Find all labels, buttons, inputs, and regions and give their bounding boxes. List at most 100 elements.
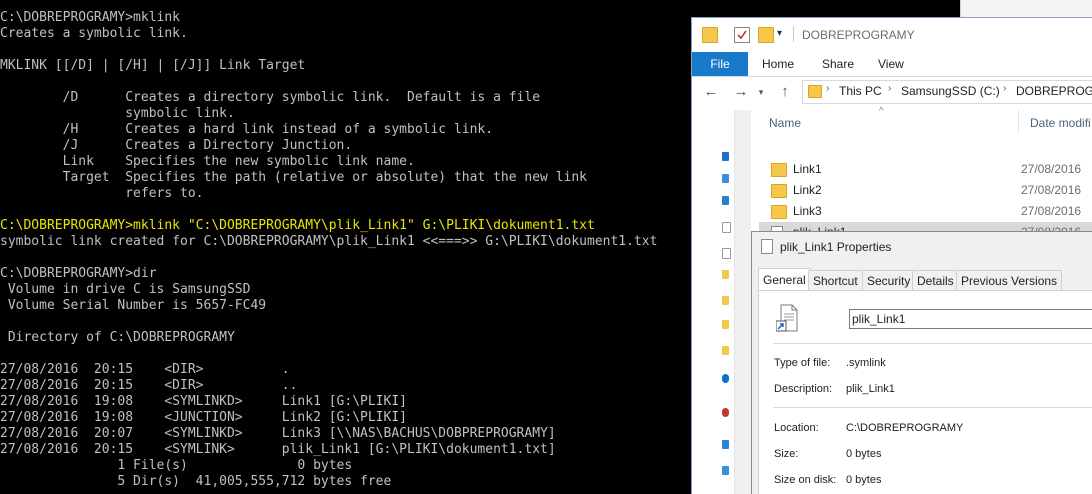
console-line: 27/08/2016 19:08 <SYMLINKD> Link1 [G:\PL… bbox=[0, 394, 407, 409]
list-item[interactable]: Link1 27/08/2016 bbox=[763, 159, 1092, 180]
divider bbox=[773, 343, 1092, 344]
size-value: 0 bytes bbox=[846, 448, 882, 460]
list-item[interactable]: Link3 27/08/2016 bbox=[763, 201, 1092, 222]
address-box[interactable]: › This PC › SamsungSSD (C:) › DOBREPROGR… bbox=[802, 80, 1092, 104]
size-on-disk-value: 0 bytes bbox=[846, 474, 882, 486]
general-tab-panel: Type of file: .symlink Description: plik… bbox=[758, 290, 1092, 494]
dropbox-icon[interactable] bbox=[722, 374, 729, 383]
ribbon: File Home Share View bbox=[692, 52, 1092, 77]
tab-previous-versions[interactable]: Previous Versions bbox=[956, 270, 1063, 291]
file-date: 27/08/2016 bbox=[1021, 162, 1082, 176]
new-folder-icon[interactable] bbox=[758, 27, 774, 43]
breadcrumb-folder[interactable]: DOBREPROGRAMY bbox=[1016, 84, 1092, 98]
list-item[interactable]: Link2 27/08/2016 bbox=[763, 180, 1092, 201]
console-line: C:\DOBREPROGRAMY>mklink bbox=[0, 10, 181, 25]
tab-general[interactable]: General bbox=[758, 268, 811, 291]
description-label: Description: bbox=[774, 383, 833, 395]
folder-icon[interactable] bbox=[722, 346, 729, 355]
console-line: Volume Serial Number is 5657-FC49 bbox=[0, 298, 267, 313]
folder-shortcut-icon bbox=[771, 163, 787, 177]
tab-share[interactable]: Share bbox=[822, 52, 854, 76]
up-arrow-icon[interactable]: ↑ bbox=[776, 83, 794, 101]
navigation-pane[interactable] bbox=[692, 110, 734, 494]
folder-icon[interactable] bbox=[722, 270, 729, 279]
console-line: /J Creates a Directory Junction. bbox=[0, 138, 353, 153]
console-line: 27/08/2016 20:15 <DIR> .. bbox=[0, 378, 298, 393]
desktop-icon[interactable] bbox=[722, 466, 729, 475]
console-line: Volume in drive C is SamsungSSD bbox=[0, 282, 251, 297]
properties-dialog[interactable]: plik_Link1 Properties General Shortcut S… bbox=[751, 231, 1092, 494]
cloud-icon[interactable] bbox=[722, 408, 729, 417]
column-separator[interactable] bbox=[1018, 110, 1019, 134]
type-value: .symlink bbox=[846, 357, 886, 369]
chevron-right-icon[interactable]: › bbox=[1003, 83, 1006, 94]
column-header-date[interactable]: Date modifi bbox=[1030, 116, 1091, 130]
console-line: 27/08/2016 20:15 <SYMLINK> plik_Link1 [G… bbox=[0, 442, 556, 457]
type-label: Type of file: bbox=[774, 357, 831, 369]
file-date: 27/08/2016 bbox=[1021, 204, 1082, 218]
console-line: C:\DOBREPROGRAMY>dir bbox=[0, 266, 157, 281]
console-line: refers to. bbox=[0, 186, 204, 201]
tab-shortcut[interactable]: Shortcut bbox=[808, 270, 863, 291]
pictures-icon[interactable] bbox=[722, 248, 731, 259]
console-output: C:\DOBREPROGRAMY>mklink Creates a symboli… bbox=[0, 10, 657, 490]
column-header-name[interactable]: Name bbox=[769, 116, 801, 130]
console-line: MKLINK [[/D] | [/H] | [/J]] Link Target bbox=[0, 58, 306, 73]
quick-access-icon[interactable] bbox=[722, 152, 729, 161]
divider bbox=[773, 407, 1092, 408]
recent-chevron-icon[interactable]: ▾ bbox=[752, 83, 770, 101]
console-line: 5 Dir(s) 41,005,555,712 bytes free bbox=[0, 474, 392, 489]
console-line: Directory of C:\DOBREPROGRAMY bbox=[0, 330, 235, 345]
console-line: 1 File(s) 0 bytes bbox=[0, 458, 353, 473]
file-icon bbox=[761, 239, 773, 254]
forward-arrow-icon[interactable]: → bbox=[732, 83, 750, 101]
chevron-down-icon[interactable]: ▾ bbox=[777, 27, 791, 41]
location-label: Location: bbox=[774, 422, 819, 434]
console-line: C:\DOBREPROGRAMY>mklink "C:\DOBREPROGRAM… bbox=[0, 218, 595, 233]
tab-details[interactable]: Details bbox=[912, 270, 959, 291]
documents-icon[interactable] bbox=[722, 222, 731, 233]
dialog-title: plik_Link1 Properties bbox=[780, 240, 892, 254]
tab-file[interactable]: File bbox=[692, 52, 748, 76]
console-line: Link Specifies the new symbolic link nam… bbox=[0, 154, 415, 169]
tab-view[interactable]: View bbox=[878, 52, 904, 76]
console-line: 27/08/2016 19:08 <JUNCTION> Link2 [G:\PL… bbox=[0, 410, 407, 425]
background-window bbox=[960, 0, 1092, 18]
console-line: 27/08/2016 20:15 <DIR> . bbox=[0, 362, 290, 377]
downloads-icon[interactable] bbox=[722, 196, 729, 205]
title-separator bbox=[793, 26, 794, 42]
properties-icon[interactable] bbox=[734, 27, 750, 43]
navigation-scrollbar[interactable] bbox=[734, 110, 751, 494]
window-title: DOBREPROGRAMY bbox=[802, 28, 915, 42]
desktop-icon[interactable] bbox=[722, 174, 729, 183]
folder-icon[interactable] bbox=[722, 320, 729, 329]
file-date: 27/08/2016 bbox=[1021, 183, 1082, 197]
console-line: symbolic link. bbox=[0, 106, 235, 121]
tab-home[interactable]: Home bbox=[762, 52, 794, 76]
folder-shortcut-icon bbox=[771, 205, 787, 219]
console-line: /D Creates a directory symbolic link. De… bbox=[0, 90, 541, 105]
file-name: Link2 bbox=[793, 183, 822, 197]
chevron-right-icon[interactable]: › bbox=[826, 83, 829, 94]
description-value: plik_Link1 bbox=[846, 383, 895, 395]
breadcrumb-this-pc[interactable]: This PC bbox=[839, 84, 882, 98]
this-pc-icon[interactable] bbox=[722, 440, 729, 449]
back-arrow-icon[interactable]: ← bbox=[702, 83, 720, 101]
console-line: Creates a symbolic link. bbox=[0, 26, 188, 41]
folder-icon bbox=[808, 85, 822, 98]
folder-icon[interactable] bbox=[722, 296, 729, 305]
file-name-field[interactable] bbox=[849, 309, 1092, 329]
address-bar: ← → ▾ ↑ › This PC › SamsungSSD (C:) › DO… bbox=[692, 78, 1092, 106]
title-bar: ▾ DOBREPROGRAMY bbox=[692, 18, 1092, 52]
tab-security[interactable]: Security bbox=[862, 270, 916, 291]
size-label: Size: bbox=[774, 448, 799, 460]
file-name: Link3 bbox=[793, 204, 822, 218]
chevron-right-icon[interactable]: › bbox=[888, 83, 891, 94]
breadcrumb-drive[interactable]: SamsungSSD (C:) bbox=[901, 84, 1000, 98]
folder-icon bbox=[702, 27, 718, 43]
